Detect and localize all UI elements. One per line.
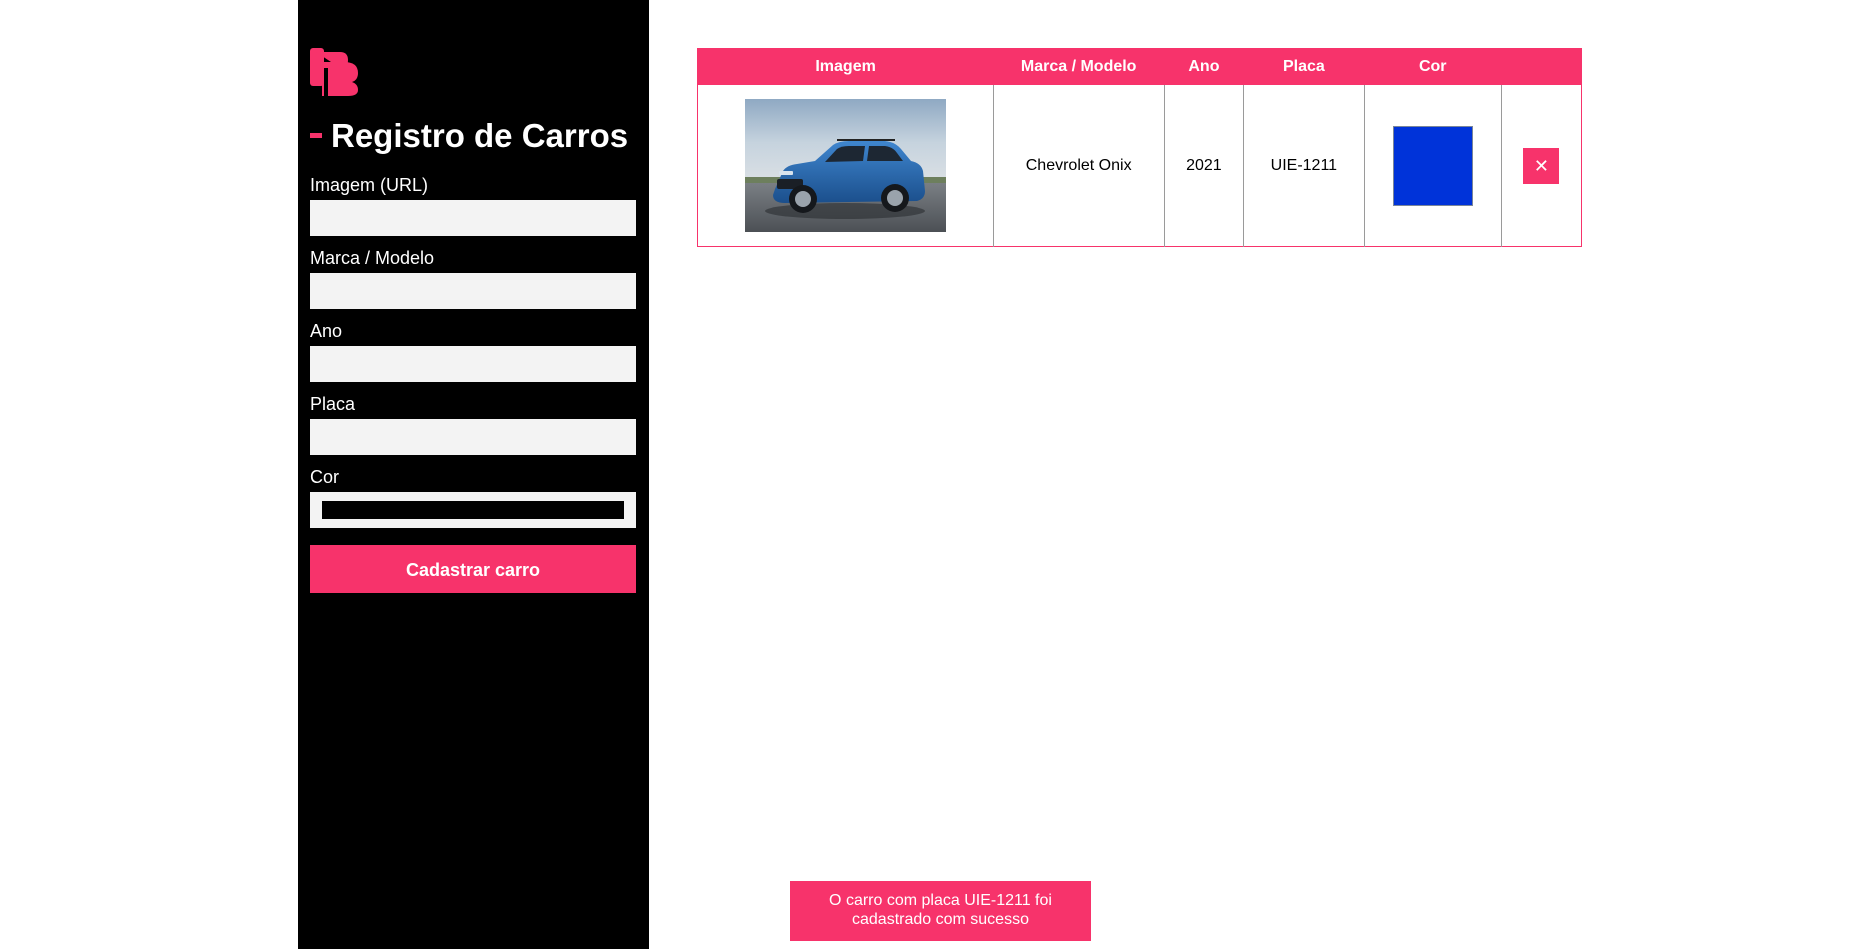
table-header-row: Imagem Marca / Modelo Ano Placa Cor — [697, 48, 1582, 85]
column-header-color: Cor — [1364, 48, 1502, 85]
cell-color — [1363, 85, 1502, 247]
sidebar: Registro de Carros Imagem (URL) Marca / … — [298, 0, 649, 949]
image-url-label: Imagem (URL) — [310, 175, 429, 195]
color-label: Cor — [310, 467, 340, 487]
page-title: Registro de Carros — [331, 117, 629, 154]
cell-brand-model: Chevrolet Onix — [992, 85, 1165, 247]
car-color-swatch — [1392, 125, 1473, 206]
title-accent-dash — [310, 133, 322, 138]
cell-image — [698, 85, 994, 247]
toast-message: O carro com placa UIE-1211 foi cadastrad… — [829, 892, 1052, 928]
register-car-button[interactable]: Cadastrar carro — [310, 545, 636, 593]
table-header: Imagem Marca / Modelo Ano Placa Cor — [697, 48, 1582, 85]
close-icon: ✕ — [1533, 155, 1549, 177]
cars-table: Imagem Marca / Modelo Ano Placa Cor Chev… — [697, 48, 1582, 247]
column-header-year: Ano — [1164, 48, 1244, 85]
brand-model-label: Marca / Modelo — [310, 248, 435, 268]
cell-year: 2021 — [1163, 85, 1244, 247]
color-picker-swatch — [322, 501, 624, 519]
success-toast: O carro com placa UIE-1211 foi cadastrad… — [790, 881, 1091, 941]
year-input[interactable] — [310, 346, 636, 382]
plate-input[interactable] — [310, 419, 636, 455]
brand-model-input[interactable] — [310, 273, 636, 309]
cell-actions: ✕ — [1500, 85, 1582, 247]
cell-plate: UIE-1211 — [1243, 85, 1365, 247]
year-label: Ano — [310, 321, 343, 341]
color-picker-input[interactable] — [310, 492, 636, 528]
plate-label: Placa — [310, 394, 356, 414]
column-header-image: Imagem — [697, 48, 994, 85]
car-form: Imagem (URL) Marca / Modelo Ano Placa Co… — [310, 175, 636, 593]
table-row: Chevrolet Onix 2021 UIE-1211 ✕ — [698, 85, 1582, 247]
page: Registro de Carros Imagem (URL) Marca / … — [0, 0, 1876, 949]
remove-car-button[interactable]: ✕ — [1523, 147, 1560, 184]
column-header-actions — [1501, 48, 1582, 85]
car-photo — [744, 99, 946, 232]
title-row: Registro de Carros — [310, 119, 628, 152]
image-url-input[interactable] — [310, 200, 636, 236]
column-header-plate: Placa — [1243, 48, 1365, 85]
table-body: Chevrolet Onix 2021 UIE-1211 ✕ — [698, 85, 1582, 247]
logo-icon — [310, 48, 360, 96]
column-header-brand-model: Marca / Modelo — [993, 48, 1165, 85]
